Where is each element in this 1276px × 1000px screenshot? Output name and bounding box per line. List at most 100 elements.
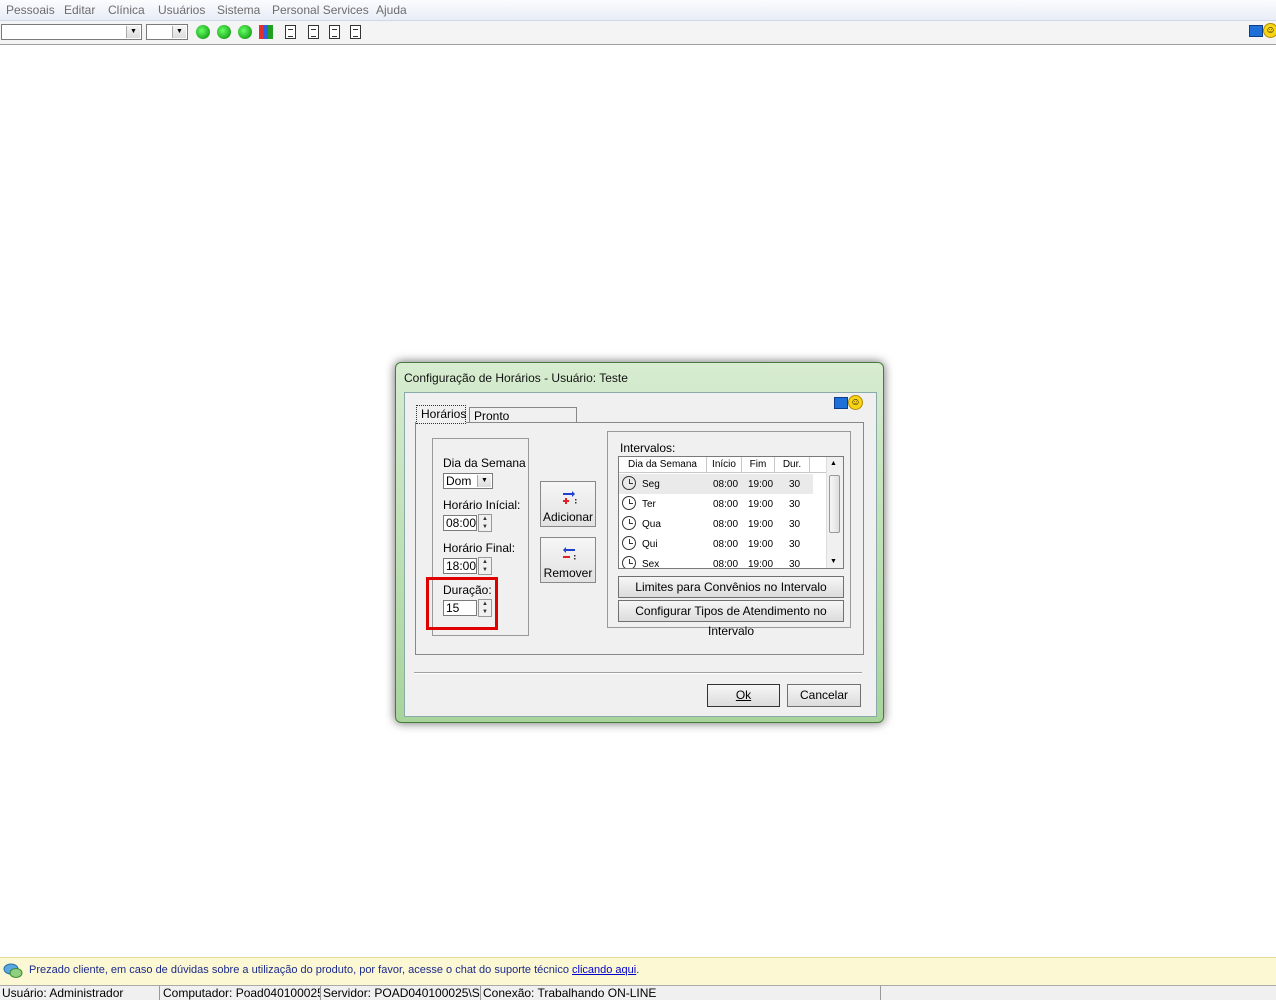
cell-fim: 19:00: [748, 519, 774, 530]
document-icon[interactable]: [350, 25, 361, 39]
cell-dur: 30: [789, 539, 801, 550]
green-circle-s-icon[interactable]: [238, 25, 252, 39]
cell-fim: 19:00: [748, 539, 774, 550]
config-horarios-dialog: Configuração de Horários - Usuário: Test…: [395, 362, 884, 723]
clock-icon: [622, 476, 636, 490]
cell-inicio: 08:00: [713, 499, 739, 510]
chevron-down-icon[interactable]: ▼: [477, 475, 491, 487]
clock-icon: [622, 556, 636, 568]
column-header-dia[interactable]: Dia da Semana: [619, 457, 707, 473]
table-row[interactable]: Sex 08:00 19:00 30: [619, 554, 813, 569]
cell-dur: 30: [789, 559, 801, 569]
cell-dur: 30: [789, 479, 801, 490]
menu-personal-services[interactable]: Personal Services: [272, 3, 369, 17]
monitor-icon: [1249, 25, 1263, 37]
remover-button[interactable]: Remover: [540, 537, 596, 583]
cell-dur: 30: [789, 499, 801, 510]
separator: [414, 672, 862, 674]
color-grid-icon[interactable]: [259, 25, 273, 39]
horario-final-input[interactable]: 18:00: [443, 558, 477, 574]
toolbar: ▼ ▼ ☺: [0, 21, 1276, 45]
support-text: Prezado cliente, em caso de dúvidas sobr…: [29, 964, 572, 976]
document-icon[interactable]: [308, 25, 319, 39]
menu-usuarios[interactable]: Usuários: [158, 3, 205, 17]
horario-inicial-spinner[interactable]: ▲ ▼: [478, 514, 492, 532]
ok-button[interactable]: Ok: [707, 684, 780, 707]
cell-inicio: 08:00: [713, 559, 739, 569]
toolbar-combo-1[interactable]: ▼: [1, 24, 142, 40]
status-computador: Computador: Poad040100025: [163, 986, 321, 1000]
status-conexao: Conexão: Trabalhando ON-LINE: [481, 986, 881, 1000]
support-message: Prezado cliente, em caso de dúvidas sobr…: [29, 964, 639, 976]
table-row[interactable]: Qui 08:00 19:00 30: [619, 534, 813, 554]
cell-fim: 19:00: [748, 499, 774, 510]
table-row[interactable]: Ter 08:00 19:00 30: [619, 494, 813, 514]
menu-sistema[interactable]: Sistema: [217, 3, 260, 17]
chevron-down-icon[interactable]: ▼: [172, 26, 186, 38]
support-chat-link[interactable]: clicando aqui: [572, 964, 636, 976]
cell-dia: Sex: [642, 559, 660, 569]
chevron-down-icon[interactable]: ▼: [126, 26, 140, 38]
green-circle-n-icon[interactable]: [196, 25, 210, 39]
cell-dia: Qua: [642, 519, 661, 530]
chat-bubble-icon: [3, 963, 23, 978]
smiley-icon: ☺: [848, 395, 863, 410]
clock-icon: [622, 496, 636, 510]
column-header-dur[interactable]: Dur.: [775, 457, 810, 473]
horario-inicial-label: Horário Inícial:: [443, 498, 521, 512]
adicionar-button[interactable]: Adicionar: [540, 481, 596, 527]
configurar-tipos-button[interactable]: Configurar Tipos de Atendimento no Inter…: [618, 600, 844, 638]
cancelar-button[interactable]: Cancelar: [787, 684, 861, 707]
menu-ajuda[interactable]: Ajuda: [376, 3, 407, 17]
cell-dia: Seg: [642, 479, 660, 490]
limites-convenios-button[interactable]: Limites para Convênios no Intervalo: [618, 576, 844, 598]
cell-fim: 19:00: [748, 479, 774, 490]
tab-horarios[interactable]: Horários: [416, 405, 466, 424]
green-circle-p-icon[interactable]: [217, 25, 231, 39]
cell-fim: 19:00: [748, 559, 774, 569]
horario-final-label: Horário Final:: [443, 541, 516, 555]
column-header-fim[interactable]: Fim: [742, 457, 775, 473]
highlight-box: [426, 577, 498, 630]
table-row[interactable]: Qua 08:00 19:00 30: [619, 514, 813, 534]
status-bar: Usuário: Administrador Computador: Poad0…: [0, 985, 1276, 1000]
toolbar-combo-2[interactable]: ▼: [146, 24, 188, 40]
remove-interval-icon: [563, 547, 576, 560]
menu-bar: Pessoais Editar Clínica Usuários Sistema…: [0, 0, 1276, 21]
scrollbar-thumb[interactable]: [829, 475, 840, 533]
cell-dia: Ter: [642, 499, 656, 510]
dia-semana-value: Dom: [446, 474, 472, 488]
remover-label: Remover: [543, 566, 593, 580]
document-icon[interactable]: [285, 25, 296, 39]
intervalos-group: Intervalos: Dia da Semana Início Fim Dur…: [607, 431, 851, 638]
cell-inicio: 08:00: [713, 539, 739, 550]
column-header-inicio[interactable]: Início: [707, 457, 742, 473]
add-interval-icon: [563, 491, 577, 504]
intervalos-label: Intervalos:: [620, 441, 676, 455]
support-suffix: .: [636, 964, 640, 976]
smiley-icon: ☺: [1263, 23, 1276, 38]
menu-editar[interactable]: Editar: [64, 3, 95, 17]
horario-inicial-input[interactable]: 08:00: [443, 515, 477, 531]
ok-label: Ok: [735, 688, 752, 702]
support-info-bar: Prezado cliente, em caso de dúvidas sobr…: [0, 957, 1276, 985]
clock-icon: [622, 516, 636, 530]
menu-clinica[interactable]: Clínica: [108, 3, 145, 17]
scroll-up-icon[interactable]: ▲: [830, 460, 837, 467]
dia-semana-select[interactable]: Dom ▼: [443, 473, 493, 489]
cell-dur: 30: [789, 519, 801, 530]
clock-icon: [622, 536, 636, 550]
cell-inicio: 08:00: [713, 519, 739, 530]
dia-semana-label: Dia da Semana: [443, 456, 526, 470]
cell-inicio: 08:00: [713, 479, 739, 490]
menu-pessoais[interactable]: Pessoais: [6, 3, 55, 17]
intervalos-list[interactable]: Dia da Semana Início Fim Dur. Seg 08:00 …: [618, 456, 844, 569]
document-icon[interactable]: [329, 25, 340, 39]
table-row[interactable]: Seg 08:00 19:00 30: [619, 474, 813, 494]
scroll-down-icon[interactable]: ▼: [830, 558, 837, 565]
adicionar-label: Adicionar: [542, 510, 594, 524]
cell-dia: Qui: [642, 539, 658, 550]
intervalos-scrollbar[interactable]: ▲ ▼: [826, 457, 843, 568]
monitor-icon: [834, 397, 848, 409]
horario-final-spinner[interactable]: ▲ ▼: [478, 557, 492, 575]
